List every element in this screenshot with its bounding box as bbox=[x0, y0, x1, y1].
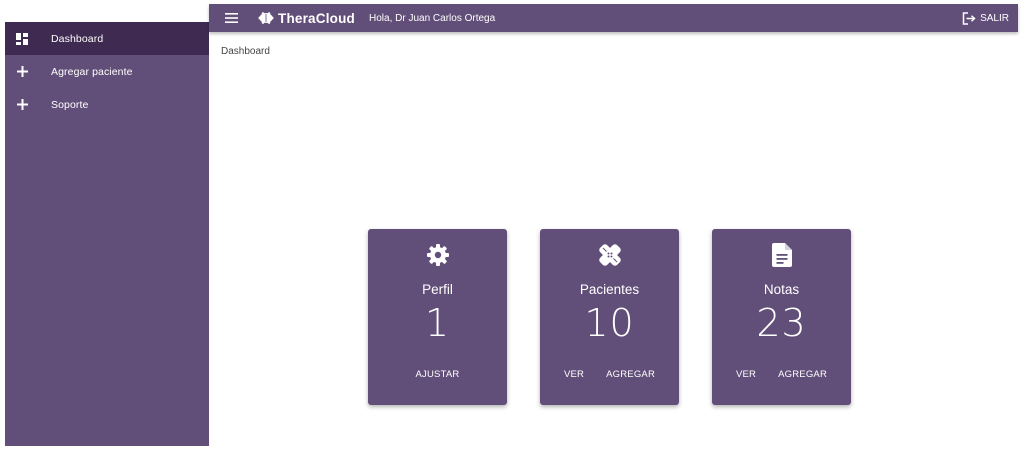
sidebar-item-label: Dashboard bbox=[51, 32, 104, 45]
sidebar-top-spacer bbox=[5, 4, 209, 22]
sidebar-item-label: Agregar paciente bbox=[51, 65, 133, 78]
logout-button[interactable]: SALIR bbox=[962, 4, 1009, 32]
card-count: 10 bbox=[584, 301, 635, 345]
gear-icon bbox=[368, 243, 507, 267]
card-title: Perfil bbox=[422, 282, 453, 297]
sidebar-item-soporte[interactable]: Soporte bbox=[5, 88, 209, 121]
hamburger-menu-icon[interactable] bbox=[224, 11, 238, 25]
breadcrumb: Dashboard bbox=[221, 46, 270, 57]
card-title: Pacientes bbox=[579, 282, 640, 297]
dashboard-icon bbox=[15, 32, 29, 46]
card-count: 1 bbox=[424, 301, 451, 345]
plus-icon bbox=[15, 65, 29, 79]
bandage-icon bbox=[540, 243, 679, 267]
document-icon bbox=[712, 243, 851, 267]
app-frame: Dashboard Agregar paciente Soporte Thera… bbox=[5, 4, 1018, 446]
brand-name: TheraCloud bbox=[278, 10, 356, 26]
brand: TheraCloud bbox=[258, 11, 355, 26]
ver-pacientes-button[interactable]: VER bbox=[564, 369, 584, 380]
top-bar: TheraCloud Hola, Dr Juan Carlos Ortega S… bbox=[209, 4, 1018, 32]
agregar-paciente-button[interactable]: AGREGAR bbox=[606, 369, 655, 380]
card-pacientes: Pacientes 10 VER AGREGAR bbox=[540, 229, 679, 405]
card-actions: VER AGREGAR bbox=[540, 369, 679, 380]
plus-icon bbox=[15, 98, 29, 112]
card-count: 23 bbox=[756, 301, 807, 345]
brain-icon bbox=[258, 11, 274, 25]
sidebar-item-label: Soporte bbox=[51, 98, 89, 111]
card-actions: VER AGREGAR bbox=[712, 369, 851, 380]
card-title: Notas bbox=[763, 282, 800, 297]
sidebar: Dashboard Agregar paciente Soporte bbox=[5, 4, 209, 446]
card-actions: AJUSTAR bbox=[368, 369, 507, 380]
sidebar-item-agregar-paciente[interactable]: Agregar paciente bbox=[5, 55, 209, 88]
ver-notas-button[interactable]: VER bbox=[736, 369, 756, 380]
agregar-nota-button[interactable]: AGREGAR bbox=[778, 369, 827, 380]
card-notas: Notas 23 VER AGREGAR bbox=[712, 229, 851, 405]
user-greeting: Hola, Dr Juan Carlos Ortega bbox=[369, 12, 496, 24]
card-perfil: Perfil 1 AJUSTAR bbox=[368, 229, 507, 405]
ajustar-button[interactable]: AJUSTAR bbox=[416, 369, 460, 380]
sidebar-item-dashboard[interactable]: Dashboard bbox=[5, 22, 209, 55]
logout-icon bbox=[962, 11, 976, 25]
logout-label: SALIR bbox=[980, 12, 1009, 24]
